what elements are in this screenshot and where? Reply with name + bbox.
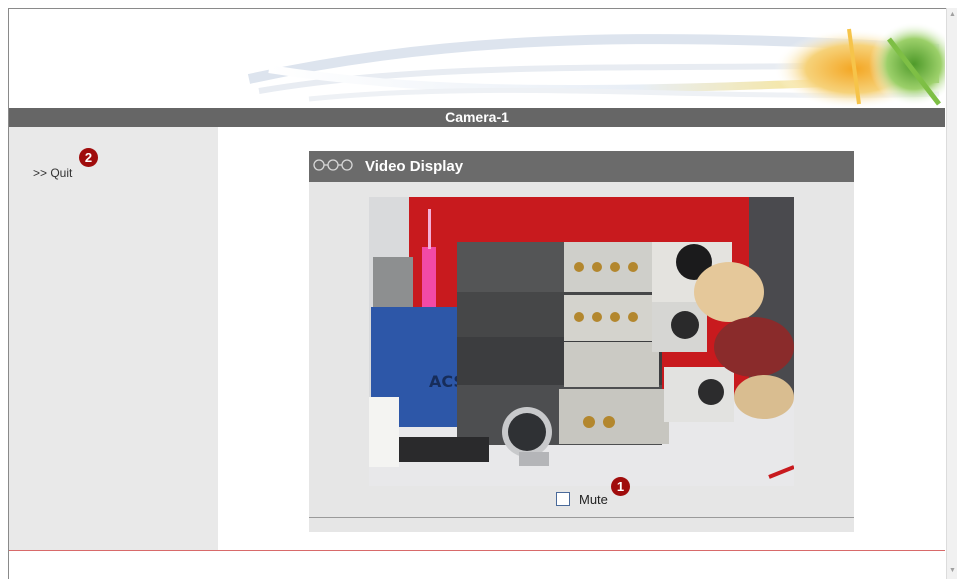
scroll-up-icon[interactable]: ▲ bbox=[948, 10, 957, 19]
banner-swoosh-graphic bbox=[247, 22, 945, 108]
page-title: Camera-1 bbox=[445, 109, 509, 125]
footer-divider bbox=[9, 550, 945, 551]
quit-link[interactable]: >> Quit bbox=[33, 166, 72, 180]
mute-label: Mute bbox=[579, 492, 608, 507]
sidebar bbox=[9, 127, 218, 551]
vertical-scrollbar[interactable]: ▲ ▼ bbox=[946, 8, 957, 579]
video-display-panel: Video Display ACS Mute 1 bbox=[309, 151, 854, 532]
panel-header: Video Display bbox=[309, 151, 854, 182]
page-title-bar: Camera-1 bbox=[9, 108, 945, 127]
panel-divider bbox=[309, 517, 854, 518]
video-stream[interactable]: ACS bbox=[369, 197, 794, 486]
scroll-down-icon[interactable]: ▼ bbox=[948, 566, 957, 575]
camera-video-frame: ACS bbox=[369, 197, 794, 486]
panel-title: Video Display bbox=[365, 158, 464, 175]
mute-checkbox[interactable] bbox=[556, 492, 570, 506]
chain-link-icon bbox=[313, 159, 353, 171]
callout-badge-mute: 1 bbox=[611, 477, 630, 496]
header-banner bbox=[9, 9, 945, 108]
callout-badge-quit: 2 bbox=[79, 148, 98, 167]
